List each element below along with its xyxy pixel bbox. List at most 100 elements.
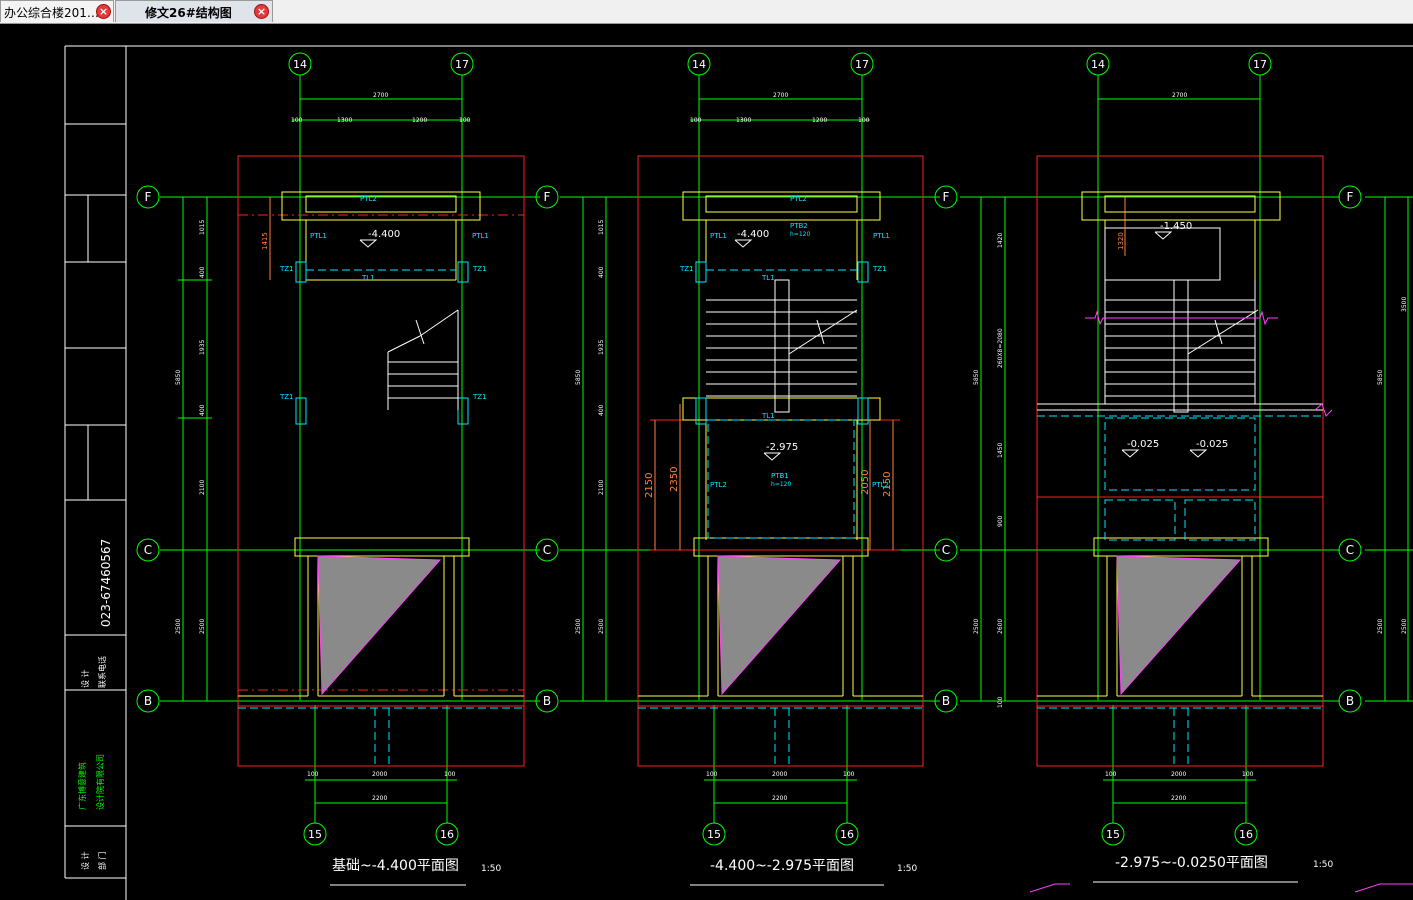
ptl1-label: PTL1 [873,232,890,240]
plan-scale: 1:50 [897,864,917,874]
elevation: -1.450 [1160,221,1192,232]
dim-top-total: 2700 [373,92,388,99]
dim-bot-c: 100 [444,771,456,778]
tab-label: 修文26#结构图 [145,6,232,20]
plan-title: 基础~-4.400平面图 [332,857,459,874]
tl1-label: TL1 [361,274,375,282]
drawing-canvas[interactable]: 023-67460567 广东博意建筑 设计院有限公司 设 计 联系电话 设 计… [0,23,1413,900]
dim-top-c: 1200 [812,117,827,124]
dim-top-b: 1300 [337,117,352,124]
elevation: -2.975 [766,442,798,453]
ptl1-label: PTL1 [710,232,727,240]
tl1-label: TL1 [761,412,775,420]
tz1-label: TZ1 [472,393,487,401]
dim-v6: 2500 [175,619,182,634]
axis-label: B [942,694,950,708]
axis-label: C [942,543,950,557]
dim-v2: 400 [598,266,605,278]
axis-label: F [544,190,551,204]
dim-bot-c: 100 [1242,771,1254,778]
dim-p3-v4: 900 [997,515,1004,527]
dim-bot-b: 2000 [772,771,787,778]
dim-label: 1320 [1117,232,1125,250]
close-icon[interactable]: × [254,4,269,19]
plan-scale: 1:50 [1313,860,1333,870]
dim-v4: 400 [598,404,605,416]
dim-v1: 1015 [598,220,605,235]
h120-label: h=120 [790,231,810,238]
plan-title: -2.975~-0.0250平面图 [1115,855,1268,871]
dim-bot-total: 2200 [1171,795,1186,802]
tab-label: 办公综合楼201… [4,6,99,20]
h120-label: h=120 [771,481,791,488]
designer-label: 设 计 [80,669,90,688]
dim-bot-c: 100 [843,771,855,778]
axis-label: 17 [1253,58,1267,71]
axis-label: 15 [1106,828,1120,841]
axis-label: 17 [455,58,469,71]
axis-label: 15 [707,828,721,841]
tz1-label: TZ1 [679,265,694,273]
dim-bot-a: 100 [706,771,718,778]
close-icon[interactable]: × [96,4,111,19]
dim-label: 2050 [860,470,871,495]
axis-label: C [543,543,551,557]
dim-bot-total: 2200 [372,795,387,802]
title-block [64,45,1413,900]
plan-3: 14 17 15 16 F C B F C B 1320 -1.450 -0.0… [934,52,1413,893]
tab-structure-drawing[interactable]: 修文26#结构图 × [115,0,273,22]
dim-v3: 1935 [199,340,206,355]
dim-v3: 1935 [598,340,605,355]
ptl1-label: PTL1 [310,232,327,240]
dim-v-total: 5850 [575,370,582,385]
dim-v-total: 5850 [973,370,980,385]
dim-top-a: 100 [690,117,702,124]
dim-bot-total: 2200 [772,795,787,802]
axis-label: B [543,694,551,708]
dim-v2: 400 [199,266,206,278]
dim-right-v2: 5850 [1377,370,1384,385]
dim-top-d: 100 [858,117,870,124]
axis-label: 14 [1091,58,1105,71]
dim-v6: 2500 [199,619,206,634]
dim-v4: 400 [199,404,206,416]
tz1-label: TZ1 [279,265,294,273]
tz1-label: TZ1 [872,265,887,273]
dim-top-b: 1300 [736,117,751,124]
plan-2: 14 17 15 16 F C B 2150 2350 2050 2150 PT… [535,52,940,886]
dim-top-a: 100 [291,117,303,124]
ptl1-label: PTL1 [472,232,489,240]
dim-p3-v3: 1450 [997,443,1004,458]
dim-p3-v2: 260X8=2080 [997,328,1004,368]
dim-p3-v5: 2600 [997,619,1004,634]
axis-label: B [144,694,152,708]
dim-top-c: 1200 [412,117,427,124]
axis-label: C [1346,543,1354,557]
dim-v-total: 5850 [175,370,182,385]
elevation: -0.025 [1127,439,1159,450]
dim-top-total: 2700 [1172,92,1187,99]
phone-number: 023-67460567 [99,539,113,627]
dim-label: 2150 [644,473,655,498]
dim-bot-b: 2000 [1171,771,1186,778]
dim-label: 2350 [669,467,680,492]
firm-name-1: 广东博意建筑 [77,762,87,810]
dim-right-v1: 3500 [1401,297,1408,312]
axis-label: F [145,190,152,204]
tab-office-building[interactable]: 办公综合楼201… × [0,0,114,22]
ptl2-label: PTL2 [710,481,727,489]
tz1-label: TZ1 [279,393,294,401]
axis-label: 16 [1239,828,1253,841]
dim-v6: 2500 [575,619,582,634]
dept-label-1: 设 计 [80,851,90,870]
elevation: -4.400 [737,229,769,240]
axis-label: 14 [692,58,706,71]
axis-label: F [943,190,950,204]
dim-right-v3: 2500 [1401,619,1408,634]
elevation: -4.400 [368,229,400,240]
firm-name-2: 设计院有限公司 [95,754,105,810]
dim-v1: 1015 [199,220,206,235]
dim-top-total: 2700 [773,92,788,99]
ptl2-label: PTL2 [360,195,377,203]
axis-label: C [144,543,152,557]
